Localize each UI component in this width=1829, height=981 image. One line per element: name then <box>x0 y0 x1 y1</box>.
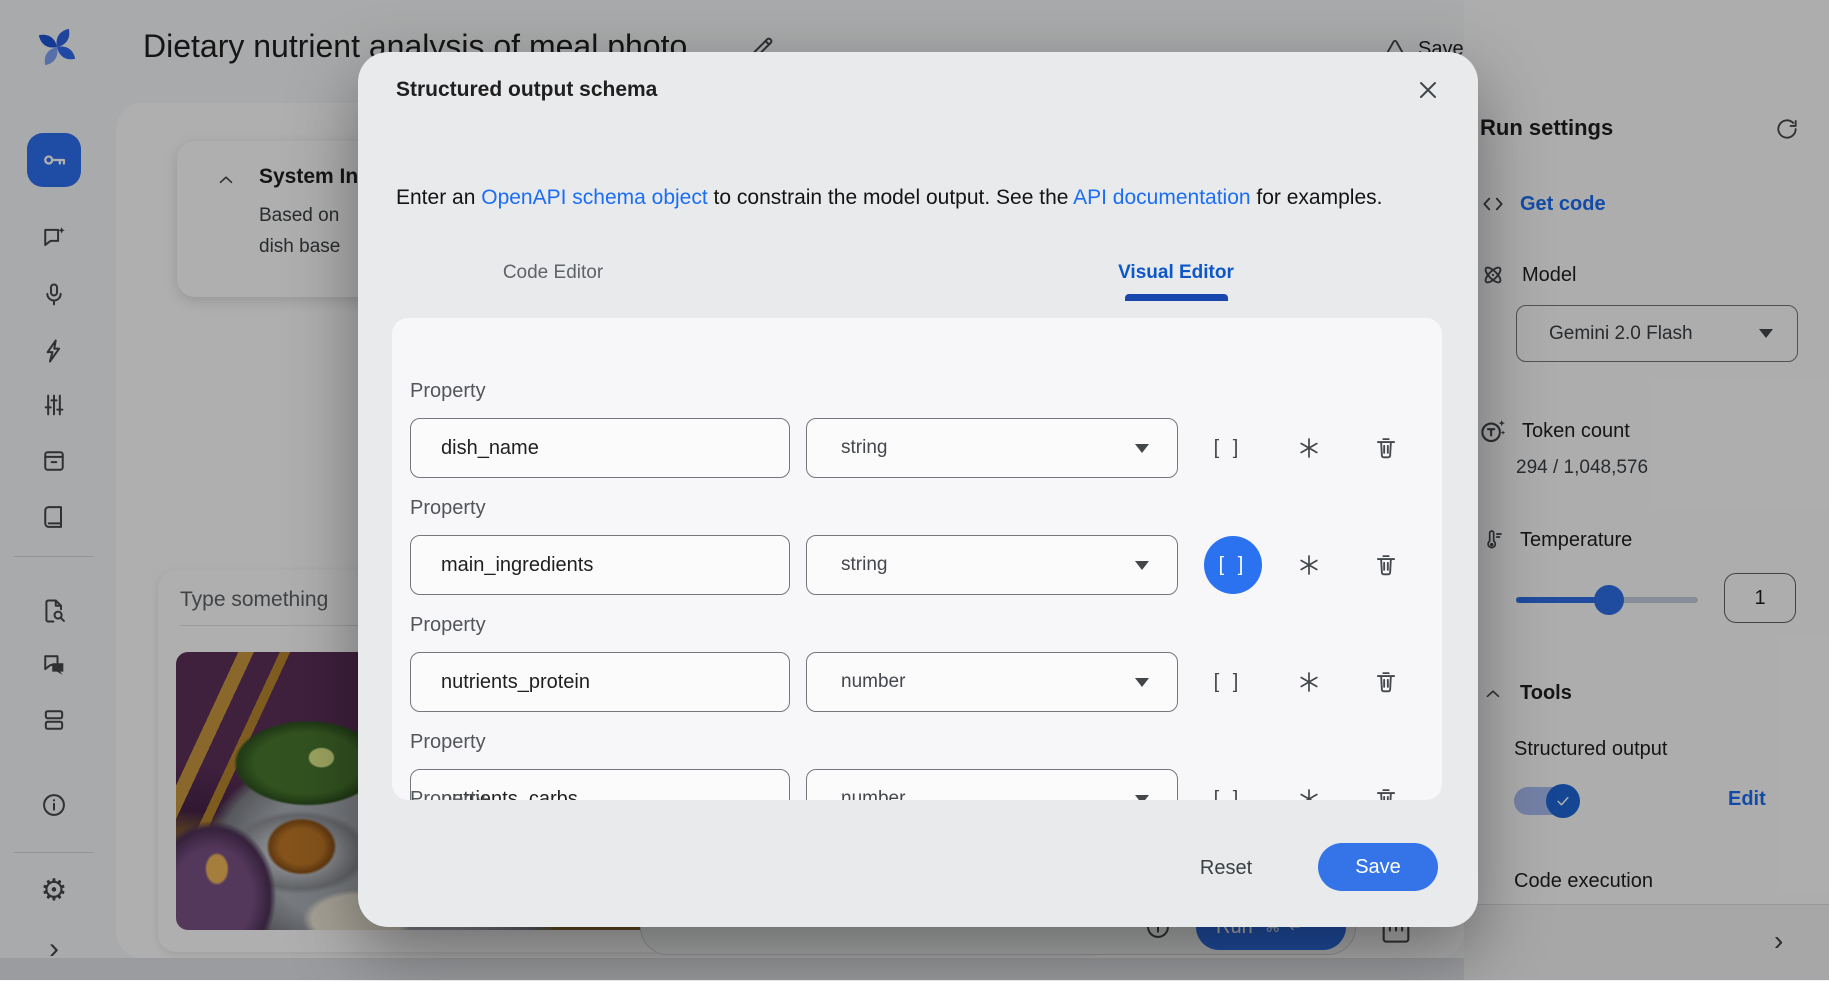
active-tab-indicator <box>1125 294 1228 301</box>
required-asterisk-button[interactable] <box>1285 424 1333 472</box>
property-label: Property <box>410 614 486 637</box>
delete-property-icon[interactable] <box>1362 775 1410 800</box>
modal-save-button[interactable]: Save <box>1318 843 1438 891</box>
property-label: Property <box>410 380 486 403</box>
required-asterisk-button[interactable] <box>1285 541 1333 589</box>
required-asterisk-button[interactable] <box>1285 775 1333 800</box>
property-sheet: Property string [ ] Property string [ ] … <box>392 318 1442 800</box>
reset-button[interactable]: Reset <box>1178 846 1274 890</box>
structured-output-schema-modal: Structured output schema Enter an OpenAP… <box>358 52 1478 927</box>
select-caret-icon <box>1135 561 1149 570</box>
modal-description: Enter an OpenAPI schema object to constr… <box>396 186 1382 210</box>
delete-property-icon[interactable] <box>1362 658 1410 706</box>
select-caret-icon <box>1135 795 1149 801</box>
array-toggle-button[interactable]: [ ] <box>1204 658 1252 706</box>
required-asterisk-button[interactable] <box>1285 658 1333 706</box>
api-documentation-link[interactable]: API documentation <box>1073 186 1250 209</box>
openapi-schema-link[interactable]: OpenAPI schema object <box>481 186 707 209</box>
delete-property-icon[interactable] <box>1362 541 1410 589</box>
property-name-input[interactable] <box>410 652 790 712</box>
property-label-partial: Property <box>410 788 486 800</box>
property-name-input[interactable] <box>410 418 790 478</box>
select-caret-icon <box>1135 444 1149 453</box>
property-label: Property <box>410 731 486 754</box>
property-type-select[interactable]: number <box>806 652 1178 712</box>
tab-visual-editor[interactable]: Visual Editor <box>1076 262 1276 284</box>
modal-title: Structured output schema <box>396 78 657 102</box>
tab-code-editor[interactable]: Code Editor <box>453 262 653 284</box>
delete-property-icon[interactable] <box>1362 424 1410 472</box>
property-type-select[interactable]: number <box>806 769 1178 800</box>
property-type-select[interactable]: string <box>806 418 1178 478</box>
property-label: Property <box>410 497 486 520</box>
array-toggle-button[interactable]: [ ] <box>1204 424 1252 472</box>
array-toggle-button[interactable]: [ ] <box>1204 536 1262 594</box>
select-caret-icon <box>1135 678 1149 687</box>
property-type-select[interactable]: string <box>806 535 1178 595</box>
property-name-input[interactable] <box>410 535 790 595</box>
modal-close-icon[interactable] <box>1410 72 1446 108</box>
array-toggle-button[interactable]: [ ] <box>1204 775 1252 800</box>
